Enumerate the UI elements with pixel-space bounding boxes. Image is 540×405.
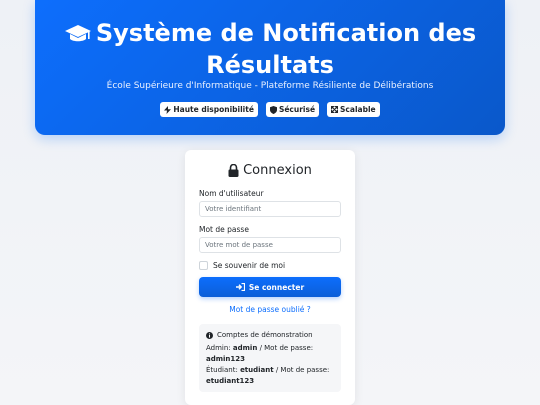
demo-accounts-box: Comptes de démonstration Admin: admin / … (199, 324, 341, 392)
forgot-password-link[interactable]: Mot de passe oublié ? (185, 305, 355, 314)
remember-me[interactable]: Se souvenir de moi (199, 261, 285, 270)
password-input[interactable] (199, 237, 341, 253)
password-label: Mot de passe (199, 225, 249, 234)
demo-header: Comptes de démonstration (206, 330, 334, 341)
demo-student-user: etudiant (240, 366, 274, 374)
username-input[interactable] (199, 201, 341, 217)
lock-icon (228, 164, 239, 177)
badge-scalable: Scalable (327, 102, 380, 117)
login-card: Connexion Nom d'utilisateur Mot de passe… (185, 150, 355, 405)
remember-checkbox[interactable] (199, 261, 208, 270)
page-title-text: Système de Notification des Résultats (95, 19, 477, 79)
demo-admin-user: admin (232, 344, 258, 352)
demo-student-line: Étudiant: etudiant / Mot de passe: etudi… (206, 366, 330, 385)
bolt-icon (164, 105, 172, 114)
graduation-cap-icon (64, 22, 92, 51)
expand-arrows-icon (331, 106, 339, 113)
sign-in-icon (235, 283, 245, 291)
page-subtitle: École Supérieure d'Informatique - Platef… (106, 81, 434, 91)
login-title: Connexion (185, 163, 355, 178)
badge-secure: Sécurisé (265, 102, 320, 117)
username-label: Nom d'utilisateur (199, 189, 264, 198)
login-button[interactable]: Se connecter (199, 277, 341, 297)
header-banner: Système de Notification des Résultats Éc… (35, 0, 505, 135)
feature-badges: Haute disponibilité Sécurisé Scalable (35, 102, 505, 117)
badge-availability: Haute disponibilité (160, 102, 258, 117)
demo-student-pass: etudiant123 (206, 377, 255, 385)
demo-admin-line: Admin: admin / Mot de passe: admin123 (206, 344, 314, 363)
info-circle-icon (206, 332, 213, 339)
shield-icon (269, 105, 277, 114)
remember-label: Se souvenir de moi (213, 261, 286, 270)
page-title: Système de Notification des Résultats (35, 19, 505, 80)
demo-admin-pass: admin123 (206, 355, 246, 363)
